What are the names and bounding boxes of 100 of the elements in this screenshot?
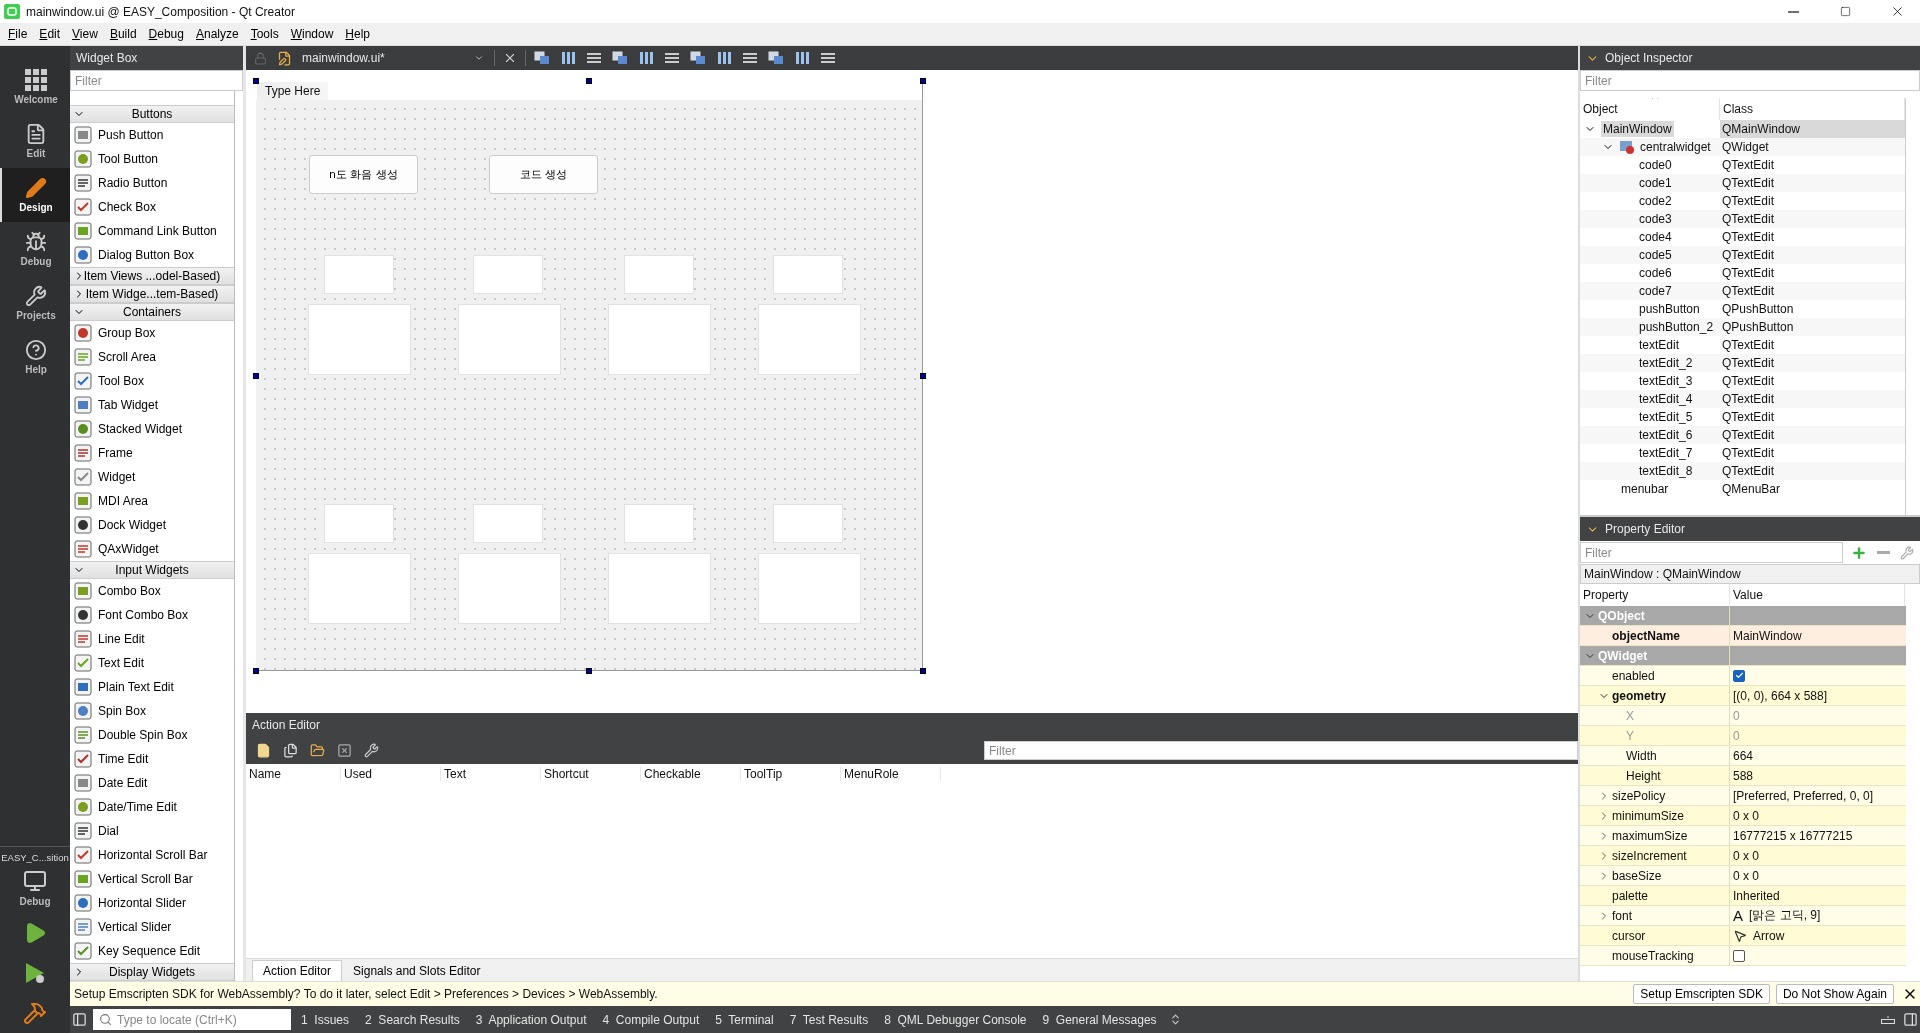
widget-item[interactable]: Horizontal Scroll Bar	[70, 843, 234, 867]
widget-item[interactable]: Vertical Scroll Bar	[70, 867, 234, 891]
toolbar-button[interactable]	[662, 51, 682, 65]
widget-item[interactable]: QAxWidget	[70, 537, 234, 561]
widget-item[interactable]: Check Box	[70, 195, 234, 219]
resize-handle[interactable]	[920, 373, 926, 379]
mode-button[interactable]: Welcome	[0, 60, 70, 114]
menu-placeholder[interactable]: Type Here	[257, 81, 329, 100]
info-button[interactable]: Do Not Show Again	[1775, 984, 1894, 1004]
resize-handle[interactable]	[586, 668, 592, 674]
widget-item[interactable]: Double Spin Box	[70, 723, 234, 747]
column-header[interactable]: Used	[341, 767, 441, 781]
text-edit-field[interactable]	[458, 553, 561, 624]
property-row[interactable]: sizePolicy [Preferred, Preferred, 0, 0]	[1580, 786, 1906, 806]
text-edit-field[interactable]	[608, 553, 711, 624]
mode-button[interactable]: Projects	[0, 276, 70, 330]
menu-item[interactable]: Tools	[244, 25, 285, 43]
column-header[interactable]: Shortcut	[541, 767, 641, 781]
mode-button[interactable]: Debug	[0, 222, 70, 276]
tab[interactable]: Signals and Slots Editor	[342, 960, 492, 981]
property-row[interactable]: minimumSize 0 x 0	[1580, 806, 1906, 826]
menu-item[interactable]: Debug	[142, 25, 190, 43]
widget-item[interactable]: Push Button	[70, 123, 234, 147]
text-edit-field[interactable]	[308, 304, 411, 375]
widget-item[interactable]: Dialog Button Box	[70, 243, 234, 267]
text-edit-field[interactable]	[624, 255, 694, 294]
tree-row[interactable]: centralwidget QWidget	[1580, 138, 1905, 156]
menu-item[interactable]: View	[66, 25, 104, 43]
mode-button[interactable]: Design	[0, 168, 70, 222]
category-header[interactable]: Input Widgets	[70, 561, 234, 579]
output-pane-button[interactable]: 9 General Messages	[1036, 1012, 1163, 1027]
menu-item[interactable]: Window	[284, 25, 340, 43]
property-row[interactable]: baseSize 0 x 0	[1580, 866, 1906, 886]
checkbox[interactable]	[1733, 949, 1745, 962]
widget-item[interactable]: Horizontal Slider	[70, 891, 234, 915]
text-edit-field[interactable]	[758, 553, 861, 624]
column-header[interactable]: MenuRole	[841, 767, 941, 781]
menu-item[interactable]: Help	[339, 25, 377, 43]
resize-handle[interactable]	[586, 78, 592, 84]
tree-row[interactable]: code3 QTextEdit	[1580, 210, 1905, 228]
property-row[interactable]: Width 664	[1580, 746, 1906, 766]
mode-button[interactable]: Help	[0, 330, 70, 384]
widget-item[interactable]: Widget	[70, 465, 234, 489]
text-edit-field[interactable]	[308, 553, 411, 624]
toolbar-button[interactable]	[532, 51, 552, 65]
toolbar-button[interactable]	[688, 51, 708, 65]
category-header[interactable]: Display Widgets	[70, 963, 234, 981]
text-edit-field[interactable]	[773, 504, 843, 543]
text-edit-field[interactable]	[773, 255, 843, 294]
output-pane-button[interactable]: 8 QML Debugger Console	[878, 1012, 1033, 1027]
widget-item[interactable]: Vertical Slider	[70, 915, 234, 939]
category-header[interactable]: Item Views ...odel-Based)	[70, 267, 234, 285]
widget-item[interactable]: Spin Box	[70, 699, 234, 723]
tree-row[interactable]: code5 QTextEdit	[1580, 246, 1905, 264]
column-header[interactable]: Text	[441, 767, 541, 781]
widget-item[interactable]: Date Edit	[70, 771, 234, 795]
property-row[interactable]: Height 588	[1580, 766, 1906, 786]
toolbar-button[interactable]	[766, 51, 786, 65]
category-header[interactable]: Containers	[70, 303, 234, 321]
resize-handle[interactable]	[253, 668, 259, 674]
remove-button[interactable]	[1875, 551, 1892, 554]
info-button[interactable]: Setup Emscripten SDK	[1633, 984, 1770, 1004]
property-row[interactable]: maximumSize 16777215 x 16777215	[1580, 826, 1906, 846]
menu-item[interactable]: File	[2, 25, 34, 43]
output-pane-button[interactable]: 1 Issues	[295, 1012, 356, 1027]
filter-field[interactable]: Filter	[984, 741, 1578, 760]
toolbar-button[interactable]	[740, 51, 760, 65]
category-header[interactable]: Buttons	[70, 105, 234, 123]
configure-button[interactable]	[362, 743, 381, 758]
push-button[interactable]: n도 화음 생성	[309, 155, 418, 194]
resize-handle[interactable]	[920, 78, 926, 84]
sidebar-toggle-button[interactable]	[1901, 1012, 1920, 1027]
widget-item[interactable]: Text Edit	[70, 651, 234, 675]
column-header[interactable]: ToolTip	[741, 767, 841, 781]
menu-item[interactable]: Build	[103, 25, 143, 43]
widget-item[interactable]: Dock Widget	[70, 513, 234, 537]
tree-row[interactable]: textEdit_2 QTextEdit	[1580, 354, 1905, 372]
text-edit-field[interactable]	[624, 504, 694, 543]
text-edit-field[interactable]	[324, 504, 394, 543]
widget-item[interactable]: Key Sequence Edit	[70, 939, 234, 963]
output-pane-button[interactable]: 3 Application Output	[469, 1012, 593, 1027]
text-edit-field[interactable]	[608, 304, 711, 375]
text-edit-field[interactable]	[324, 255, 394, 294]
widget-item[interactable]: Dial	[70, 819, 234, 843]
widget-item[interactable]: Tool Button	[70, 147, 234, 171]
property-row[interactable]: mouseTracking	[1580, 946, 1906, 966]
category-header[interactable]: Item Widge...tem-Based)	[70, 285, 234, 303]
resize-handle[interactable]	[253, 78, 259, 84]
mode-button[interactable]: Edit	[0, 114, 70, 168]
copy-button[interactable]	[281, 743, 300, 758]
property-row[interactable]: palette Inherited	[1580, 886, 1906, 906]
widget-item[interactable]: Date/Time Edit	[70, 795, 234, 819]
widget-item[interactable]: Font Combo Box	[70, 603, 234, 627]
file-selector[interactable]: mainwindow.ui*	[273, 50, 488, 66]
widget-item[interactable]: Plain Text Edit	[70, 675, 234, 699]
widget-item[interactable]: Group Box	[70, 321, 234, 345]
property-row[interactable]: cursor Arrow	[1580, 926, 1906, 946]
column-header[interactable]: Name	[246, 767, 341, 781]
widget-item[interactable]: MDI Area	[70, 489, 234, 513]
tree-row[interactable]: textEdit_6 QTextEdit	[1580, 426, 1905, 444]
